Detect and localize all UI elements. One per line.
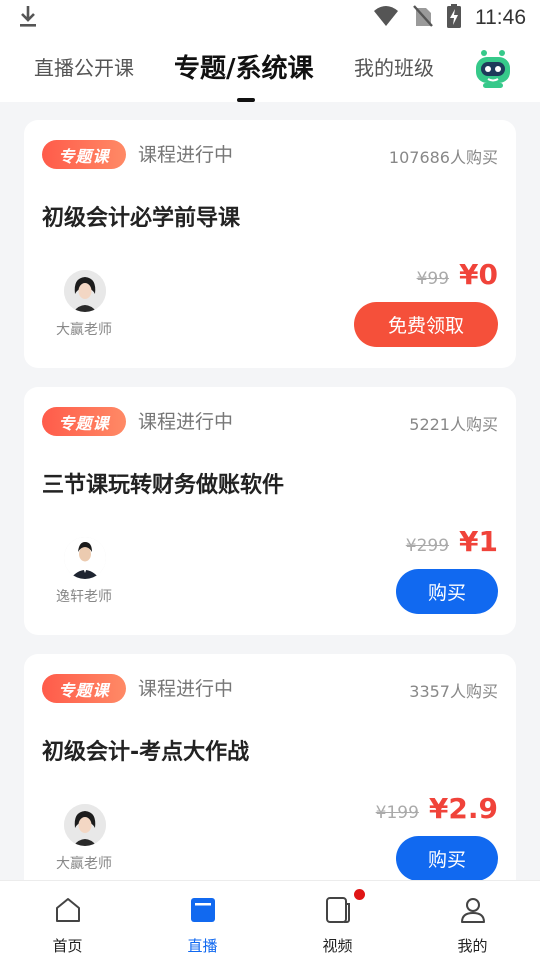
tab-my-class[interactable]: 我的班级	[354, 52, 434, 81]
download-icon	[18, 4, 38, 32]
buy-button[interactable]: 购买	[396, 569, 498, 614]
video-icon	[323, 895, 353, 925]
course-card[interactable]: 专题课 课程进行中 5221人购买 三节课玩转财务做账软件 逸轩老师 ¥299 …	[24, 387, 516, 635]
course-type-badge: 专题课	[42, 407, 126, 436]
course-card[interactable]: 专题课 课程进行中 3357人购买 初级会计-考点大作战 大赢老师 ¥199 ¥…	[24, 654, 516, 880]
course-card[interactable]: 专题课 课程进行中 107686人购买 初级会计必学前导课 大赢老师 ¥99 ¥…	[24, 120, 516, 368]
original-price: ¥199	[375, 803, 419, 823]
buyer-count: 3357人购买	[409, 682, 498, 701]
course-status: 课程进行中	[138, 678, 234, 700]
course-list[interactable]: 专题课 课程进行中 107686人购买 初级会计必学前导课 大赢老师 ¥99 ¥…	[0, 102, 540, 880]
nav-profile[interactable]: 我的	[405, 881, 540, 960]
nav-label: 我的	[457, 937, 488, 955]
live-icon	[188, 895, 218, 925]
teacher-name: 大赢老师	[56, 856, 112, 872]
nav-home[interactable]: 首页	[0, 881, 135, 960]
current-price: ¥0	[459, 258, 498, 291]
course-title[interactable]: 初级会计-考点大作战	[42, 734, 249, 766]
nav-video[interactable]: 视频	[270, 881, 405, 960]
price-row: ¥99 ¥0	[417, 258, 498, 291]
course-title[interactable]: 三节课玩转财务做账软件	[42, 467, 284, 499]
teacher-name: 大赢老师	[56, 322, 112, 338]
nav-label: 直播	[187, 937, 218, 955]
wifi-icon	[373, 5, 399, 31]
tab-topic-system-class[interactable]: 专题/系统课	[174, 48, 314, 85]
home-icon	[53, 895, 83, 925]
mascot-robot-icon[interactable]	[472, 48, 514, 90]
battery-charging-icon	[447, 4, 461, 32]
buy-button[interactable]: 购买	[396, 836, 498, 880]
teacher-avatar	[64, 804, 106, 846]
original-price: ¥299	[405, 536, 450, 556]
no-sim-icon	[413, 4, 433, 32]
buyer-count: 5221人购买	[409, 415, 498, 434]
bottom-nav: 首页 直播 视频 我的	[0, 880, 540, 960]
notification-dot	[354, 889, 365, 900]
course-status: 课程进行中	[138, 411, 234, 433]
teacher-name: 逸轩老师	[56, 589, 112, 605]
course-title[interactable]: 初级会计必学前导课	[42, 200, 240, 232]
top-tab-bar: 直播公开课 专题/系统课 我的班级	[0, 36, 540, 102]
nav-label: 视频	[322, 937, 353, 955]
teacher-avatar	[64, 270, 106, 312]
nav-live[interactable]: 直播	[135, 881, 270, 960]
teacher-avatar	[64, 537, 106, 579]
clock: 11:46	[475, 6, 526, 29]
nav-label: 首页	[52, 937, 83, 955]
buyer-count: 107686人购买	[388, 148, 498, 167]
price-row: ¥299 ¥1	[406, 525, 498, 558]
course-type-badge: 专题课	[42, 140, 126, 169]
tab-live-open-class[interactable]: 直播公开课	[34, 52, 134, 81]
current-price: ¥1	[459, 525, 498, 558]
free-claim-button[interactable]: 免费领取	[354, 302, 498, 347]
course-type-badge: 专题课	[42, 674, 126, 703]
current-price: ¥2.9	[428, 792, 498, 825]
status-bar: 11:46	[0, 0, 540, 36]
price-row: ¥199 ¥2.9	[376, 792, 498, 825]
course-status: 课程进行中	[138, 144, 234, 166]
original-price: ¥99	[416, 269, 450, 289]
profile-icon	[458, 895, 488, 925]
